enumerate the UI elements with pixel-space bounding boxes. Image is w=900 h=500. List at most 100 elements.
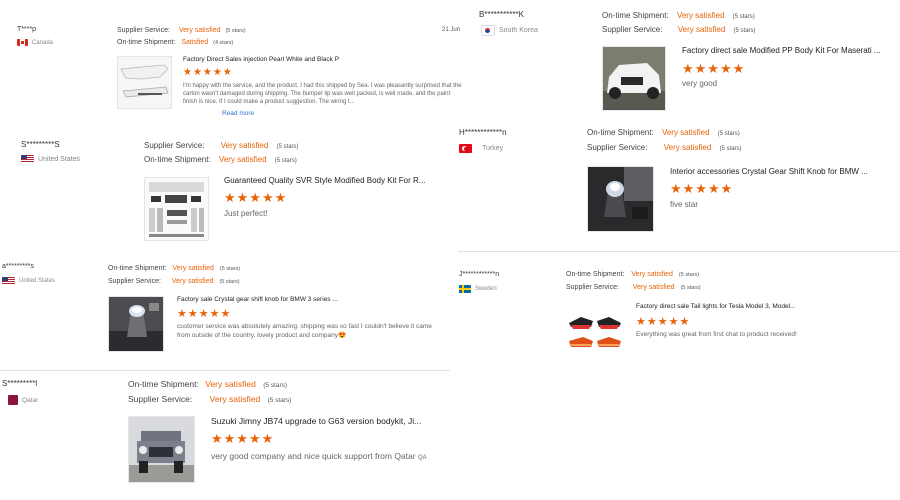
rating-row: On-time Shipment: Satisfied (4 stars) — [117, 39, 233, 46]
rating-stars-count: (5 stars) — [678, 272, 700, 278]
rating-value: Very satisfied — [178, 27, 221, 34]
rating-stars-count: (5 stars) — [733, 28, 756, 34]
review-divider — [0, 370, 450, 371]
rating-row: On-time Shipment: Very satisfied (5 star… — [108, 265, 240, 272]
reviewer-name: J************n — [459, 271, 500, 278]
review-text-body: very good company and nice quick support… — [211, 451, 416, 461]
rating-stars-count: (5 stars) — [225, 28, 246, 34]
reviewer-name: S*********S — [21, 140, 60, 149]
reviewer-country: South Korea — [481, 25, 538, 36]
rating-label: Supplier Service: — [587, 143, 648, 152]
rating-row: On-time Shipment: Very satisfied (5 star… — [128, 379, 287, 389]
review-text: Just perfect! — [224, 209, 268, 218]
country-name: Sweden — [475, 286, 497, 292]
rating-label: On-time Shipment: — [587, 128, 654, 137]
review-text: five star — [670, 200, 699, 209]
country-name: Canada — [32, 39, 54, 46]
sweden-flag-icon — [459, 285, 471, 293]
rating-stars-count: (5 stars) — [276, 144, 299, 150]
rating-label: On-time Shipment: — [144, 155, 211, 164]
rating-value: Very satisfied — [205, 379, 256, 389]
turkey-flag-icon — [459, 144, 472, 153]
review-text: customer service was absolutely amazing.… — [177, 323, 432, 339]
review-stars: ★★★★★ — [211, 431, 275, 446]
country-name: United States — [19, 278, 56, 284]
rating-value: Very satisfied — [632, 284, 675, 291]
canada-flag-icon — [17, 39, 28, 46]
rating-stars-count: (4 stars) — [213, 40, 234, 46]
rating-label: Supplier Service: — [144, 141, 205, 150]
review-stars: ★★★★★ — [636, 316, 691, 328]
usa-flag-icon — [2, 277, 15, 285]
rating-label: On-time Shipment: — [602, 11, 669, 20]
reviewer-name: a*********s — [2, 263, 34, 270]
read-more-link[interactable]: Read more — [222, 110, 254, 117]
south-korea-flag-icon — [481, 25, 495, 36]
country-name: United States — [38, 155, 81, 163]
rating-value: Satisfied — [181, 39, 209, 46]
rating-label: Supplier Service: — [566, 284, 619, 291]
product-thumbnail[interactable] — [117, 56, 172, 109]
product-title[interactable]: Factory direct sale Tail lights for Tesl… — [636, 303, 826, 310]
rating-row: On-time Shipment: Very satisfied (5 star… — [587, 128, 740, 137]
product-thumbnail[interactable] — [587, 166, 654, 232]
product-title[interactable]: Guaranteed Quality SVR Style Modified Bo… — [224, 176, 439, 185]
rating-stars-count: (5 stars) — [219, 279, 240, 285]
product-title[interactable]: Suzuki Jimny JB74 upgrade to G63 version… — [211, 416, 431, 426]
country-name: South Korea — [499, 27, 538, 34]
rating-value: Very satisfied — [218, 155, 267, 164]
rating-stars-count: (5 stars) — [274, 158, 297, 164]
rating-row: Supplier Service: Very satisfied (5 star… — [108, 278, 240, 285]
rating-value: Very satisfied — [663, 143, 712, 152]
rating-row: Supplier Service: Very satisfied (5 star… — [602, 25, 756, 34]
usa-flag-icon — [21, 155, 34, 163]
rating-label: On-time Shipment: — [128, 379, 199, 389]
country-name: Qatar — [22, 396, 39, 404]
product-thumbnail[interactable] — [108, 296, 164, 352]
review-stars: ★★★★★ — [183, 67, 233, 78]
review-text-body: I'm happy with the service, and the prod… — [183, 83, 462, 106]
review-stars: ★★★★★ — [177, 308, 232, 320]
product-thumbnail[interactable] — [566, 302, 624, 360]
rating-stars-count: (5 stars) — [680, 285, 701, 291]
rating-label: On-time Shipment: — [566, 271, 625, 278]
product-title[interactable]: Interior accessories Crystal Gear Shift … — [670, 167, 892, 176]
reviewer-name: B***********K — [479, 10, 524, 19]
product-thumbnail[interactable] — [144, 177, 209, 241]
product-title[interactable]: Factory direct sale Modified PP Body Kit… — [682, 46, 898, 55]
rating-value: Very satisfied — [676, 11, 725, 20]
product-thumbnail[interactable] — [602, 46, 666, 111]
product-title[interactable]: Factory Direct Sales injection Pearl Whi… — [183, 56, 443, 63]
product-thumbnail[interactable] — [128, 416, 195, 483]
rating-label: Supplier Service: — [128, 394, 193, 404]
review-stars: ★★★★★ — [670, 181, 734, 196]
product-title[interactable]: Factory sale Crystal gear shift knob for… — [177, 296, 367, 303]
rating-row: Supplier Service: Very satisfied (5 star… — [587, 143, 742, 152]
reviewer-country: Canada — [17, 39, 53, 46]
rating-row: Supplier Service: Very satisfied (5 star… — [566, 284, 701, 291]
rating-row: Supplier Service: Very satisfied (5 star… — [128, 394, 291, 404]
reviewer-country: Turkey — [459, 144, 503, 153]
rating-stars-count: (5 stars) — [263, 382, 288, 389]
rating-value: Very satisfied — [171, 278, 214, 285]
rating-stars-count: (5 stars) — [219, 266, 241, 272]
country-name: Turkey — [482, 145, 504, 152]
reviewer-country: United States — [21, 155, 80, 163]
rating-stars-count: (5 stars) — [717, 131, 740, 137]
rating-row: On-time Shipment: Very satisfied (5 star… — [602, 11, 755, 20]
review-stars: ★★★★★ — [682, 61, 746, 76]
review-text-suffix: QA — [417, 455, 427, 461]
reviewer-name: H************n — [459, 128, 507, 137]
review-text: very good company and nice quick support… — [211, 451, 436, 462]
rating-value: Very satisfied — [631, 271, 673, 278]
rating-value: Very satisfied — [209, 394, 261, 404]
rating-value: Very satisfied — [677, 25, 726, 34]
rating-row: On-time Shipment: Very satisfied (5 star… — [144, 155, 297, 164]
rating-stars-count: (5 stars) — [267, 397, 292, 404]
reviewer-country: Qatar — [8, 395, 38, 405]
rating-row: Supplier Service: Very satisfied (5 star… — [144, 141, 299, 150]
rating-label: On-time Shipment: — [117, 39, 176, 46]
reviewer-name: T****p — [17, 26, 37, 33]
review-date: 21 Jun — [442, 27, 461, 33]
rating-label: Supplier Service: — [602, 25, 663, 34]
